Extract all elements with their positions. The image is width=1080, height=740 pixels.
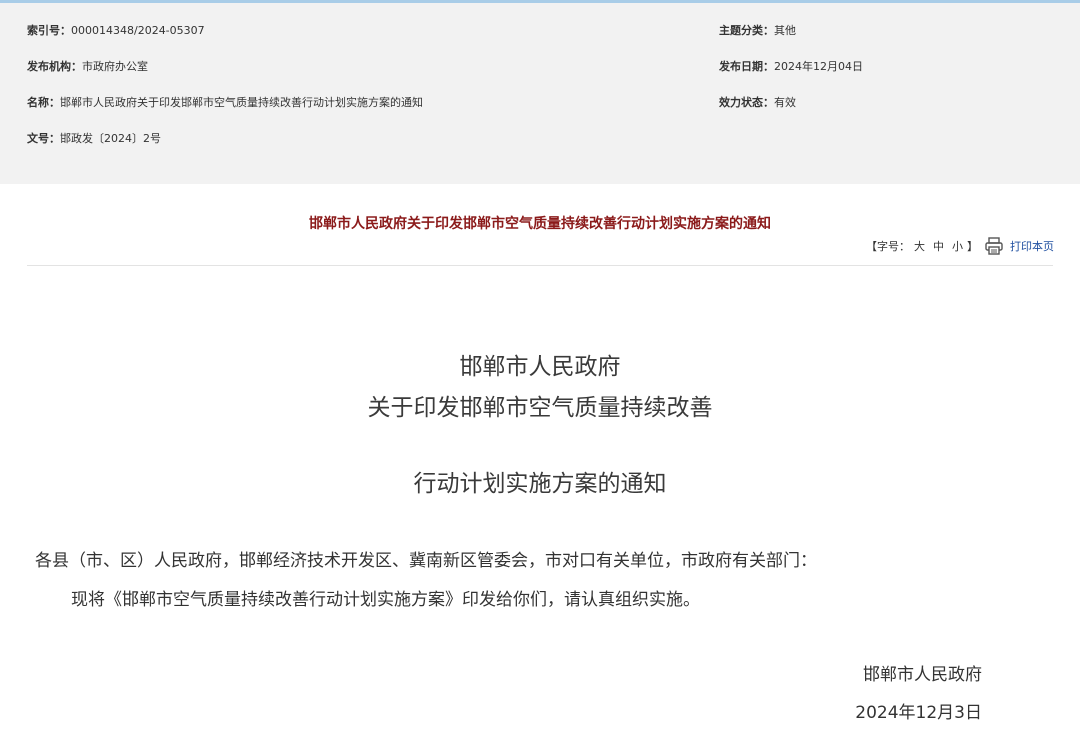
meta-publisher-label: 发布机构：: [27, 60, 82, 73]
meta-docno-value: 邯政发〔2024〕2号: [60, 132, 161, 145]
meta-status-label: 效力状态：: [719, 96, 774, 109]
metadata-panel: 索引号：000014348/2024-05307 主题分类：其他 发布机构：市政…: [0, 3, 1080, 184]
document-signer: 邯郸市人民政府: [863, 665, 982, 685]
reading-tools: 【字号： 大 中 小 】 打印本页: [866, 236, 1054, 256]
meta-status-value: 有效: [774, 96, 796, 109]
document-recipients: 各县（市、区）人民政府，邯郸经济技术开发区、冀南新区管委会，市对口有关单位，市政…: [35, 551, 817, 571]
meta-name: 名称：邯郸市人民政府关于印发邯郸市空气质量持续改善行动计划实施方案的通知: [27, 96, 423, 110]
meta-index-value: 000014348/2024-05307: [71, 24, 205, 37]
document-title-line-1: 邯郸市人民政府: [459, 354, 621, 380]
document-sign-date: 2024年12月3日: [855, 703, 982, 723]
font-size-small-button[interactable]: 小: [952, 238, 963, 254]
meta-status: 效力状态：有效: [719, 96, 796, 110]
meta-category: 主题分类：其他: [719, 24, 796, 38]
meta-category-value: 其他: [774, 24, 796, 37]
header-divider: [27, 265, 1053, 266]
printer-icon[interactable]: [984, 236, 1004, 256]
meta-index-label: 索引号：: [27, 24, 71, 37]
meta-docno: 文号：邯政发〔2024〕2号: [27, 132, 161, 146]
meta-publisher: 发布机构：市政府办公室: [27, 60, 148, 74]
document-title-line-3: 行动计划实施方案的通知: [413, 471, 667, 497]
meta-name-label: 名称：: [27, 96, 60, 109]
meta-publisher-value: 市政府办公室: [82, 60, 148, 73]
font-size-label: 【字号：: [866, 240, 910, 253]
font-size-close-bracket: 】: [967, 240, 978, 253]
print-page-link[interactable]: 打印本页: [1010, 238, 1054, 254]
meta-index: 索引号：000014348/2024-05307: [27, 24, 205, 38]
meta-date: 发布日期：2024年12月04日: [719, 60, 863, 74]
font-size-medium-button[interactable]: 中: [933, 238, 944, 254]
meta-docno-label: 文号：: [27, 132, 60, 145]
meta-category-label: 主题分类：: [719, 24, 774, 37]
document-body-paragraph: 现将《邯郸市空气质量持续改善行动计划实施方案》印发给你们，请认真组织实施。: [71, 590, 700, 610]
meta-date-label: 发布日期：: [719, 60, 774, 73]
document-title-line-2: 关于印发邯郸市空气质量持续改善: [367, 395, 713, 421]
page-title: 邯郸市人民政府关于印发邯郸市空气质量持续改善行动计划实施方案的通知: [309, 216, 771, 232]
font-size-large-button[interactable]: 大: [914, 238, 925, 254]
meta-name-value: 邯郸市人民政府关于印发邯郸市空气质量持续改善行动计划实施方案的通知: [60, 96, 423, 109]
meta-date-value: 2024年12月04日: [774, 60, 863, 73]
